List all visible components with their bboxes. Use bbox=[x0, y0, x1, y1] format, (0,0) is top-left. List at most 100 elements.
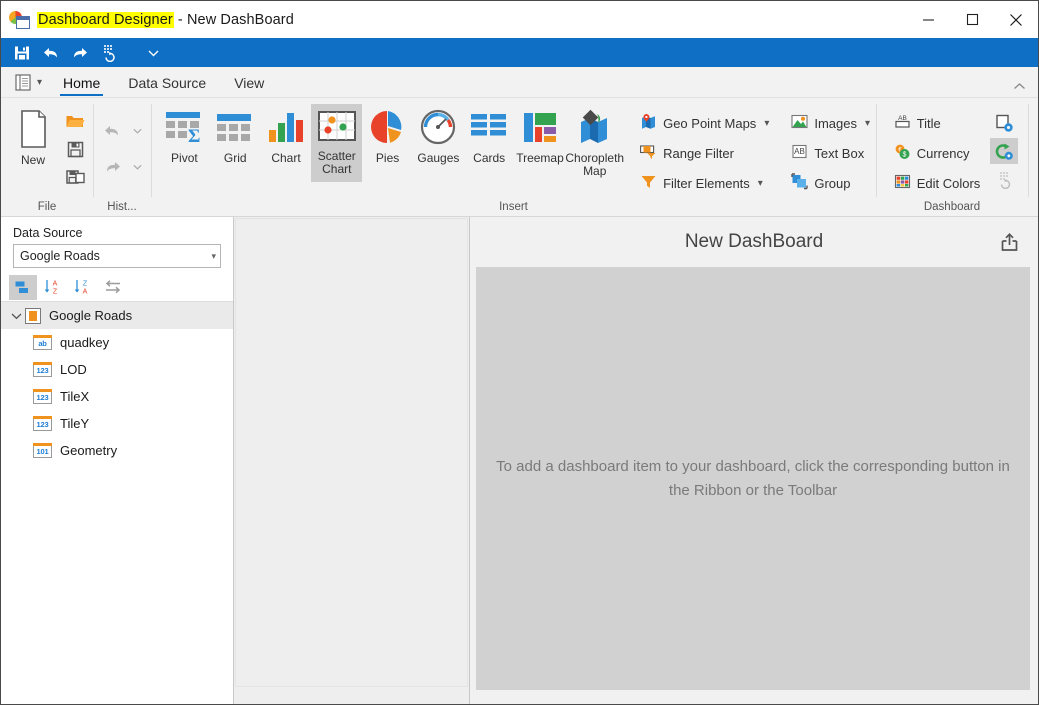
ribbon-group-dashboard-label: Dashboard bbox=[923, 201, 981, 213]
tab-data-source[interactable]: Data Source bbox=[114, 70, 220, 97]
open-icon[interactable] bbox=[61, 108, 89, 134]
ribbon-group-file-label: File bbox=[37, 201, 57, 213]
ribbon-group-insert: Σ Pivot Grid Chart Scatter Chart Pies Ga… bbox=[151, 98, 876, 217]
svg-text:AB: AB bbox=[795, 147, 806, 156]
choropleth-map-button[interactable]: Choropleth Map bbox=[565, 104, 624, 178]
dashboard-canvas[interactable]: To add a dashboard item to your dashboar… bbox=[476, 267, 1030, 690]
data-source-panel: Data Source Google Roads ▾ A Z Z A Googl… bbox=[1, 217, 234, 704]
redo-dropdown-icon[interactable] bbox=[130, 154, 146, 180]
number-field-icon: 123 bbox=[33, 362, 52, 377]
sort-descending-icon[interactable]: Z A bbox=[69, 275, 97, 300]
new-button[interactable]: New bbox=[5, 104, 61, 167]
update-data-source-icon bbox=[990, 166, 1018, 192]
treemap-button[interactable]: Treemap bbox=[515, 104, 566, 165]
field-item-label: quadkey bbox=[60, 335, 110, 350]
data-source-select-value: Google Roads bbox=[20, 249, 100, 263]
svg-text:Z: Z bbox=[53, 289, 58, 296]
refresh-data-icon[interactable] bbox=[95, 40, 123, 66]
minimize-button[interactable] bbox=[906, 1, 950, 38]
edit-colors-label: Edit Colors bbox=[916, 175, 981, 191]
pivot-button[interactable]: Σ Pivot bbox=[159, 104, 210, 165]
tab-view[interactable]: View bbox=[220, 70, 278, 97]
geo-point-maps-button[interactable]: Geo Point Maps ▾ bbox=[636, 110, 773, 136]
title-bar: Dashboard Designer - New DashBoard bbox=[1, 1, 1038, 38]
ribbon-group-insert-label: Insert bbox=[499, 201, 528, 213]
file-menu-icon[interactable]: ▾ bbox=[7, 68, 49, 97]
group-icon bbox=[791, 173, 809, 193]
currency-icon: € $ bbox=[894, 143, 911, 163]
cards-button-label: Cards bbox=[473, 151, 506, 165]
pivot-button-label: Pivot bbox=[171, 151, 198, 165]
toggle-field-list-icon[interactable] bbox=[99, 275, 127, 300]
undo-icon[interactable] bbox=[99, 118, 127, 144]
sort-ascending-icon[interactable]: A Z bbox=[39, 275, 67, 300]
maximize-button[interactable] bbox=[950, 1, 994, 38]
field-item-tilex[interactable]: 123 TileX bbox=[1, 383, 233, 410]
field-item-tiley[interactable]: 123 TileY bbox=[1, 410, 233, 437]
group-fields-icon[interactable] bbox=[9, 274, 37, 300]
chevron-up-icon[interactable] bbox=[1013, 81, 1026, 93]
geo-point-maps-icon bbox=[640, 113, 657, 133]
ribbon-group-history-label: Hist... bbox=[107, 201, 137, 213]
save-as-icon[interactable] bbox=[61, 164, 89, 190]
edit-colors-button[interactable]: Edit Colors bbox=[890, 170, 985, 196]
ribbon-group-file: New File bbox=[1, 98, 93, 217]
window-title-highlight: Dashboard Designer bbox=[37, 11, 174, 28]
text-box-icon: AB bbox=[791, 143, 808, 163]
save-icon[interactable] bbox=[8, 40, 36, 66]
middle-panel bbox=[234, 217, 470, 704]
ribbon-group-dashboard: AB Title € $ Currency Edit Colors Dashbo… bbox=[876, 98, 1028, 217]
data-source-root-icon bbox=[25, 307, 41, 324]
field-item-label: LOD bbox=[60, 362, 87, 377]
chevron-down-icon: ▾ bbox=[757, 177, 763, 189]
auto-refresh-settings-icon[interactable] bbox=[990, 138, 1019, 164]
customize-quick-access-icon[interactable] bbox=[139, 40, 167, 66]
close-button[interactable] bbox=[994, 1, 1038, 38]
chevron-down-icon[interactable] bbox=[7, 312, 25, 320]
svg-text:Z: Z bbox=[83, 281, 88, 288]
quick-access-toolbar bbox=[1, 38, 1038, 67]
chevron-down-icon: ▾ bbox=[211, 250, 216, 261]
field-item-label: TileX bbox=[60, 389, 90, 404]
edit-colors-icon bbox=[894, 173, 911, 193]
field-tree-root-label: Google Roads bbox=[49, 308, 133, 323]
tab-home[interactable]: Home bbox=[49, 70, 114, 97]
gauges-button[interactable]: Gauges bbox=[413, 104, 464, 165]
redo-icon[interactable] bbox=[66, 40, 94, 66]
field-tree-root[interactable]: Google Roads bbox=[1, 302, 233, 329]
text-box-button[interactable]: AB Text Box bbox=[787, 140, 874, 166]
scatter-chart-button-label: Scatter Chart bbox=[317, 149, 356, 176]
field-item-lod[interactable]: 123 LOD bbox=[1, 356, 233, 383]
chart-button[interactable]: Chart bbox=[261, 104, 312, 165]
filter-elements-button[interactable]: Filter Elements ▾ bbox=[636, 170, 773, 196]
images-button[interactable]: Images ▾ bbox=[787, 110, 874, 136]
data-source-select[interactable]: Google Roads ▾ bbox=[13, 244, 221, 268]
binary-field-icon: 101 bbox=[33, 443, 52, 458]
data-source-label: Data Source bbox=[13, 226, 83, 240]
title-button[interactable]: AB Title bbox=[890, 110, 985, 136]
dashboard-settings-icon[interactable] bbox=[990, 110, 1018, 136]
grid-button-label: Grid bbox=[223, 151, 247, 165]
export-icon[interactable] bbox=[996, 229, 1022, 255]
group-button[interactable]: Group bbox=[787, 170, 874, 196]
field-item-quadkey[interactable]: ab quadkey bbox=[1, 329, 233, 356]
cards-button[interactable]: Cards bbox=[464, 104, 515, 165]
currency-button[interactable]: € $ Currency bbox=[890, 140, 985, 166]
filter-elements-icon bbox=[640, 173, 657, 193]
save-icon[interactable] bbox=[61, 136, 89, 162]
redo-icon[interactable] bbox=[99, 154, 127, 180]
undo-dropdown-icon[interactable] bbox=[130, 118, 146, 144]
field-tree: Google Roads ab quadkey 123 LOD 123 Tile… bbox=[1, 302, 233, 464]
field-list-toolbar: A Z Z A bbox=[1, 268, 233, 302]
pies-button[interactable]: Pies bbox=[362, 104, 413, 165]
range-filter-button[interactable]: Range Filter bbox=[636, 140, 773, 166]
ribbon: New File Hist... Σ Pivot Grid Chart Scat… bbox=[1, 97, 1038, 217]
dashboard-header: New DashBoard bbox=[470, 217, 1038, 267]
file-menu-chevron-icon: ▾ bbox=[36, 77, 43, 88]
scatter-chart-button[interactable]: Scatter Chart bbox=[311, 104, 363, 182]
field-item-geometry[interactable]: 101 Geometry bbox=[1, 437, 233, 464]
grid-button[interactable]: Grid bbox=[210, 104, 261, 165]
undo-icon[interactable] bbox=[37, 40, 65, 66]
svg-text:A: A bbox=[83, 289, 88, 296]
field-item-label: TileY bbox=[60, 416, 90, 431]
